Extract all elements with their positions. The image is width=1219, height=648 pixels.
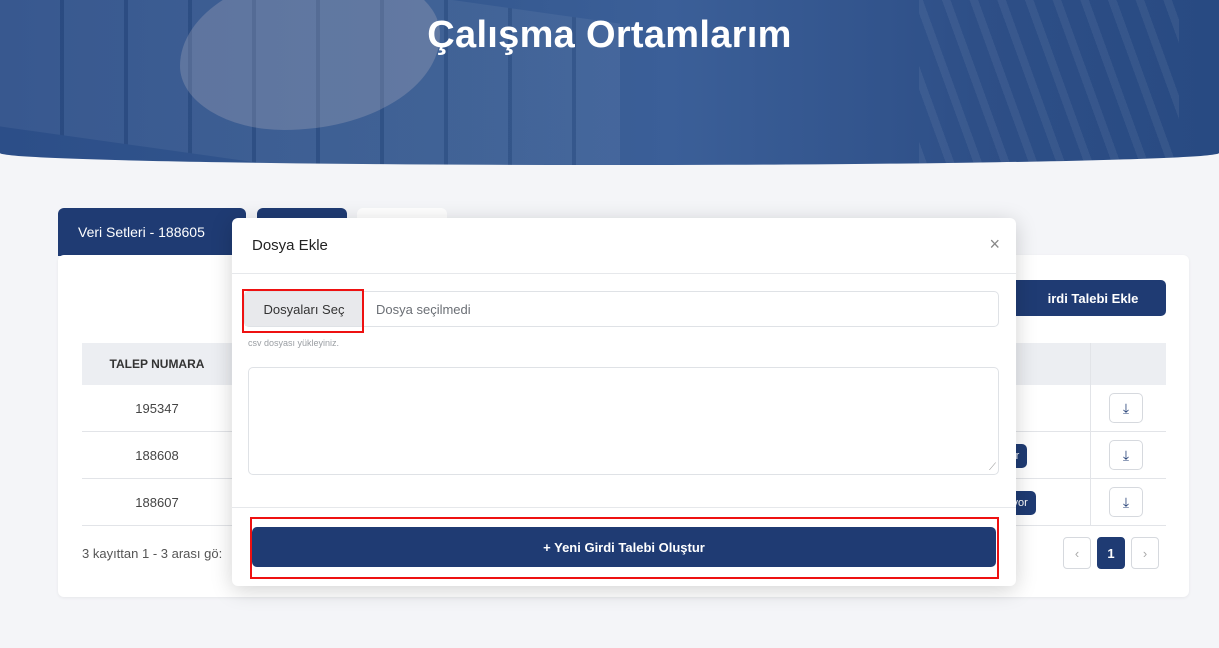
resize-handle-icon[interactable]: ⟋ [989, 462, 996, 473]
prev-page-button[interactable]: ‹ [1063, 537, 1091, 569]
download-icon: ⤓ [1122, 446, 1130, 463]
close-icon[interactable]: × [989, 234, 1000, 255]
download-button[interactable]: ⤓ [1109, 393, 1143, 423]
column-header-request-number: TALEP NUMARA [109, 357, 205, 371]
page-1-button[interactable]: 1 [1097, 537, 1125, 569]
file-hint: csv dosyası yükleyiniz. [248, 338, 340, 348]
hero-banner: Çalışma Ortamlarım [0, 0, 1219, 165]
page-title: Çalışma Ortamlarım [427, 14, 792, 56]
request-id: 195347 [135, 400, 179, 416]
download-icon: ⤓ [1122, 399, 1130, 416]
description-textarea[interactable] [248, 367, 999, 475]
download-icon: ⤓ [1122, 493, 1130, 510]
tab-datasets[interactable]: Veri Setleri - 188605 [58, 208, 246, 256]
download-button[interactable]: ⤓ [1109, 440, 1143, 470]
file-status-text: Dosya seçilmedi [376, 301, 471, 317]
next-page-button[interactable]: › [1131, 537, 1159, 569]
add-file-modal: Dosya Ekle × Dosyaları Seç Dosya seçilme… [232, 218, 1016, 586]
modal-divider [232, 507, 1016, 508]
add-input-request-label: irdi Talebi Ekle [1047, 290, 1139, 306]
modal-header: Dosya Ekle × [232, 218, 1016, 274]
column-divider [1090, 385, 1091, 431]
column-divider [1090, 479, 1091, 525]
file-input[interactable]: Dosyaları Seç Dosya seçilmedi [244, 291, 999, 327]
create-input-request-button[interactable]: + Yeni Girdi Talebi Oluştur [252, 527, 996, 567]
pagination: ‹ 1 › [1063, 537, 1159, 569]
download-button[interactable]: ⤓ [1109, 487, 1143, 517]
modal-title: Dosya Ekle [252, 237, 328, 254]
choose-files-button[interactable]: Dosyaları Seç [245, 292, 364, 326]
request-id: 188607 [135, 494, 179, 510]
add-input-request-button[interactable]: irdi Talebi Ekle [1002, 280, 1166, 316]
column-divider [1090, 432, 1091, 478]
request-id: 188608 [135, 447, 179, 463]
records-info: 3 kayıttan 1 - 3 arası gö: [82, 546, 223, 561]
